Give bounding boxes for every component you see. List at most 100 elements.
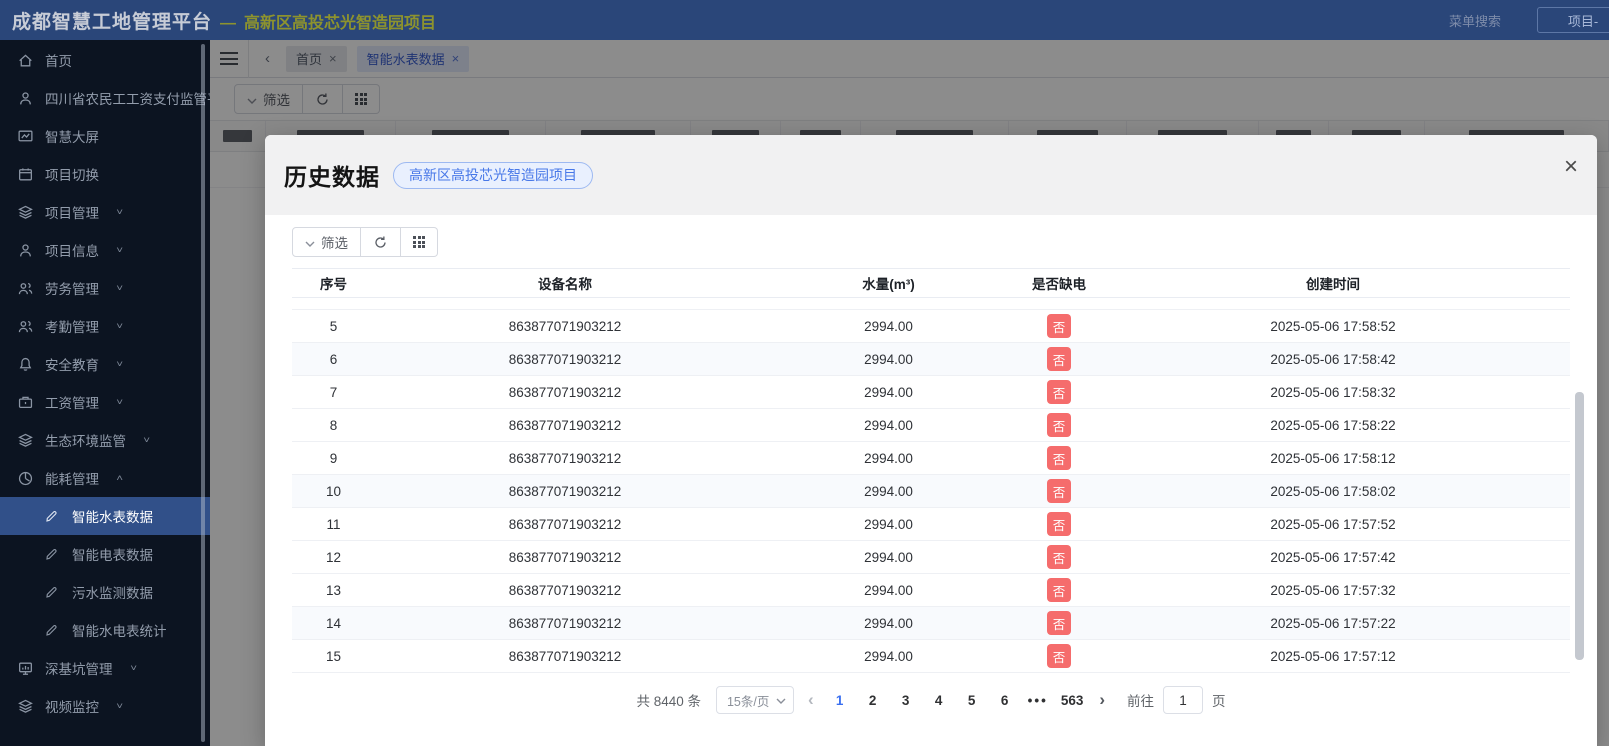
sidebar-item-1[interactable]: 四川省农民工工资支付监管平台 — [0, 79, 210, 117]
pie-icon — [17, 470, 34, 487]
col-index: 序号 — [320, 277, 347, 292]
sidebar-item-8[interactable]: 安全教育 ˅ — [0, 345, 210, 383]
table-row: 6 863877071903212 2994.00 否 2025-05-06 17:58… — [292, 343, 1570, 376]
sidebar-item-14[interactable]: 污水监测数据 — [0, 573, 210, 611]
monitor-icon — [17, 660, 34, 677]
col-device-name: 设备名称 — [538, 277, 592, 292]
prev-page-icon[interactable]: ‹ — [803, 690, 819, 710]
sidebar: 首页四川省农民工工资支付监管平台智慧大屏项目切换项目管理˅项目信息˅劳务管理˅考… — [0, 40, 210, 746]
next-page-icon[interactable]: › — [1094, 690, 1110, 710]
cell-index: 6 — [329, 351, 338, 367]
sidebar-item-2[interactable]: 智慧大屏 — [0, 117, 210, 155]
sidebar-item-10[interactable]: 生态环境监管 ˅ — [0, 421, 210, 459]
layers-icon — [18, 433, 33, 447]
cell-lack-power: 否 — [1022, 475, 1096, 507]
pen-icon — [46, 624, 57, 636]
sidebar-item-6[interactable]: 劳务管理 ˅ — [0, 269, 210, 307]
sidebar-item-5[interactable]: 项目信息 ˅ — [0, 231, 210, 269]
table-row: 10 863877071903212 2994.00 否 2025-05-06 17:5… — [292, 475, 1570, 508]
monitor-icon — [19, 662, 32, 675]
cell-index: 8 — [329, 417, 338, 433]
sidebar-item-17[interactable]: 视频监控 ˅ — [0, 687, 210, 725]
page-2[interactable]: 2 — [861, 693, 885, 708]
lack-power-badge: 否 — [1047, 578, 1071, 602]
sidebar-item-label: 污水监测数据 — [72, 586, 153, 601]
page-4[interactable]: 4 — [927, 693, 951, 708]
chevron-down-icon: ˅ — [116, 283, 124, 293]
layers-icon — [18, 205, 33, 219]
project-button[interactable]: 项目- — [1537, 7, 1609, 33]
calendar-icon — [17, 166, 34, 183]
cell-device-name: 863877071903212 — [508, 648, 622, 664]
modal-refresh-button[interactable] — [361, 227, 401, 257]
cell-lack-power: 否 — [1022, 343, 1096, 375]
sidebar-item-13[interactable]: 智能电表数据 — [0, 535, 210, 573]
cell-created-time: 2025-05-06 17:57:42 — [1270, 549, 1396, 565]
page-3[interactable]: 3 — [894, 693, 918, 708]
page-1[interactable]: 1 — [828, 693, 852, 708]
chevron-down-icon — [776, 693, 786, 707]
cell-created-time: 2025-05-06 17:58:22 — [1270, 417, 1396, 433]
modal-columns-button[interactable] — [401, 227, 438, 257]
menu-search[interactable]: 菜单搜索 — [1449, 11, 1501, 30]
cell-water: 2994.00 — [864, 648, 913, 664]
history-data-modal: 历史数据 高新区高投芯光智造园项目 × 筛选 序号 设备名称 水量(m³) 是否… — [265, 135, 1597, 746]
grid-icon — [413, 236, 425, 248]
sidebar-item-label: 工资管理 — [45, 396, 99, 411]
lack-power-badge: 否 — [1047, 446, 1071, 470]
sidebar-item-label: 智慧大屏 — [45, 130, 99, 145]
cell-created-time: 2025-05-06 17:58:32 — [1270, 384, 1396, 400]
table-body: 5 863877071903212 2994.00 否 2025-05-06 17:58… — [292, 310, 1570, 673]
layers-icon — [17, 204, 34, 221]
sidebar-item-9[interactable]: 工资管理 ˅ — [0, 383, 210, 421]
team-icon — [17, 280, 34, 297]
cell-index: 10 — [325, 483, 342, 499]
sidebar-item-11[interactable]: 能耗管理 ˄ — [0, 459, 210, 497]
sidebar-item-label: 生态环境监管 — [45, 434, 126, 449]
sidebar-item-15[interactable]: 智能水电表统计 — [0, 611, 210, 649]
sidebar-item-label: 项目信息 — [45, 244, 99, 259]
sidebar-item-label: 考勤管理 — [45, 320, 99, 335]
sidebar-item-3[interactable]: 项目切换 — [0, 155, 210, 193]
sidebar-scrollbar[interactable] — [201, 44, 205, 742]
lack-power-badge: 否 — [1047, 512, 1071, 536]
team-icon — [18, 282, 33, 294]
pen-icon — [44, 622, 61, 639]
chevron-down-icon: ˅ — [116, 245, 124, 255]
sidebar-item-7[interactable]: 考勤管理 ˅ — [0, 307, 210, 345]
page-6[interactable]: 6 — [993, 693, 1017, 708]
sidebar-item-4[interactable]: 项目管理 ˅ — [0, 193, 210, 231]
cell-water: 2994.00 — [864, 351, 913, 367]
goto-page-input[interactable] — [1163, 686, 1204, 714]
sidebar-item-16[interactable]: 深基坑管理 ˅ — [0, 649, 210, 687]
sidebar-item-label: 智能水电表统计 — [72, 624, 167, 639]
cell-device-name: 863877071903212 — [508, 516, 622, 532]
lack-power-badge: 否 — [1047, 413, 1071, 437]
cell-water: 2994.00 — [864, 318, 913, 334]
sidebar-item-12[interactable]: 智能水表数据 — [0, 497, 210, 535]
cell-index: 12 — [325, 549, 342, 565]
cell-created-time: 2025-05-06 17:57:32 — [1270, 582, 1396, 598]
app-root: 成都智慧工地管理平台 — 高新区高投芯光智造园项目 菜单搜索 项目- 首页 四川省… — [0, 0, 1609, 746]
cell-water: 2994.00 — [864, 582, 913, 598]
pagination: 共 8440 条 15条/页 ‹ 123456 ••• 563 › 前往 页 — [292, 684, 1570, 716]
table-scrollbar[interactable] — [1575, 392, 1584, 660]
cell-created-time: 2025-05-06 17:57:52 — [1270, 516, 1396, 532]
briefcase-icon — [17, 394, 34, 411]
close-icon[interactable]: × — [1560, 151, 1582, 183]
cell-device-name: 863877071903212 — [508, 351, 622, 367]
sidebar-item-label: 能耗管理 — [45, 472, 99, 487]
home-icon — [17, 52, 34, 69]
page-5[interactable]: 5 — [960, 693, 984, 708]
page-563[interactable]: 563 — [1059, 693, 1086, 708]
cell-index: 15 — [325, 648, 342, 664]
modal-filter-button[interactable]: 筛选 — [292, 227, 361, 257]
page-size-select[interactable]: 15条/页 — [715, 686, 794, 714]
table-row: 5 863877071903212 2994.00 否 2025-05-06 17:58… — [292, 310, 1570, 343]
chevron-down-icon: ˅ — [129, 663, 137, 673]
more-pages-icon[interactable]: ••• — [1026, 693, 1050, 708]
sidebar-item-0[interactable]: 首页 — [0, 41, 210, 79]
cell-created-time: 2025-05-06 17:58:12 — [1270, 450, 1396, 466]
page-unit-label: 页 — [1212, 694, 1226, 709]
sidebar-item-label: 智能电表数据 — [72, 548, 153, 563]
